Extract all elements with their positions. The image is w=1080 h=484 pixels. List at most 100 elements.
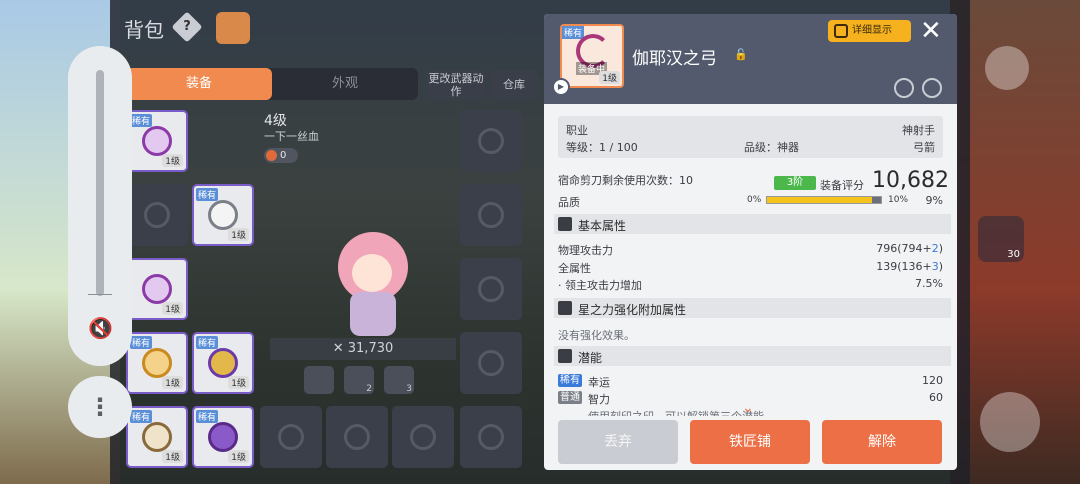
equipment-slot-empty[interactable]: [326, 406, 388, 468]
volume-track[interactable]: [96, 70, 104, 296]
grade-info: 品级：神器: [744, 139, 799, 155]
tab-appearance[interactable]: 外观: [272, 68, 418, 100]
scissors-value: 10: [679, 174, 693, 187]
star-icon: [558, 301, 572, 315]
set-preset-3-icon[interactable]: 3: [384, 366, 414, 394]
job-label: 职业: [566, 124, 588, 137]
equipment-slot-weapon[interactable]: 稀有 1级: [126, 110, 188, 172]
section-title: 潜能: [578, 351, 603, 365]
close-icon[interactable]: ✕: [920, 16, 942, 46]
level-label: 等级：: [566, 141, 599, 154]
equipment-slot-shoes[interactable]: 稀有 1级: [192, 332, 254, 394]
quality-value: 9%: [925, 194, 943, 207]
section-title: 星之力强化附加属性: [578, 303, 687, 317]
level-value: 1 / 100: [599, 141, 638, 154]
equipment-slot-empty[interactable]: [126, 184, 188, 246]
item-icon: 稀有 装备中 1级: [560, 24, 624, 88]
equipment-slot-empty[interactable]: [460, 258, 522, 320]
equipment-slot-pants[interactable]: 稀有 1级: [192, 406, 254, 468]
set-preset-2-icon[interactable]: 2: [344, 366, 374, 394]
help-symbol: ?: [183, 19, 191, 34]
item-name: 伽耶汉之弓: [632, 49, 717, 69]
stat-close: ): [938, 242, 943, 255]
inventory-tabs: 装备 外观: [126, 68, 418, 100]
pendant-placeholder-icon: [478, 128, 504, 154]
magnifier-icon: [834, 24, 848, 38]
potential-grade-badge: 普通: [558, 391, 582, 404]
equipment-slot-gloves[interactable]: 稀有 1级: [192, 184, 254, 246]
potential-name: 幸运: [588, 376, 610, 389]
set-preset-1-icon[interactable]: [304, 366, 334, 394]
help-icon[interactable]: ?: [171, 11, 203, 43]
inventory-title: 背包: [124, 18, 164, 42]
potential-grade-badge: 稀有: [558, 374, 582, 387]
detail-view-button[interactable]: 详细显示: [828, 20, 911, 42]
potential-icon: [558, 349, 572, 363]
tab-equipment[interactable]: 装备: [126, 68, 272, 100]
selected-item-level: 4级: [264, 113, 287, 129]
chevron-down-icon[interactable]: ⌄: [742, 400, 754, 416]
equipment-slot-belt[interactable]: 稀有 1级: [126, 406, 188, 468]
stat-name: 全属性: [558, 262, 591, 275]
stat-close: ): [938, 260, 943, 273]
scissors-label: 宿命剪刀剩余使用次数：: [558, 174, 679, 187]
map-pin-icon[interactable]: [985, 46, 1029, 90]
settings-icon[interactable]: [922, 78, 942, 98]
rarity-badge: 稀有: [196, 188, 219, 201]
equipment-slot-empty[interactable]: [460, 332, 522, 394]
equipment-score: 10,682: [872, 168, 949, 193]
volume-slider[interactable]: 🔇: [68, 46, 132, 366]
equipment-slot-empty[interactable]: [460, 110, 522, 172]
rarity-badge: 稀有: [562, 26, 585, 39]
potential-name: 智力: [588, 393, 610, 406]
equipment-slot-hat[interactable]: 稀有 1级: [126, 332, 188, 394]
avatar-face: [352, 254, 392, 292]
potential-truncated-line: 使用刻印之印，可以解锁第三个潜能: [588, 408, 764, 416]
scale-icon[interactable]: [894, 78, 914, 98]
discard-button[interactable]: 丢弃: [558, 420, 678, 464]
shoes-icon: [208, 348, 238, 378]
grade-label: 品级：: [744, 141, 777, 154]
item-detail-panel: 稀有 装备中 1级 ▶ 伽耶汉之弓 🔓 详细显示 ✕ 职业 神射手 等级：1 /…: [544, 14, 957, 470]
play-icon[interactable]: ▶: [552, 78, 570, 96]
equipment-slot-empty[interactable]: [260, 406, 322, 468]
glove-icon: [208, 200, 238, 230]
score-label: 装备评分: [820, 179, 864, 192]
quality-bar: [766, 196, 882, 204]
character-avatar: [328, 232, 424, 342]
badge-placeholder-icon: [278, 424, 304, 450]
rarity-badge: 稀有: [130, 114, 153, 127]
helmet-placeholder-icon: [144, 202, 170, 228]
equipment-slot-empty[interactable]: [460, 184, 522, 246]
disassemble-button[interactable]: 解除: [822, 420, 942, 464]
stat-value: 139(136+3): [876, 260, 943, 273]
warehouse-button[interactable]: 仓库: [490, 70, 538, 100]
sword-icon: [558, 217, 572, 231]
blacksmith-button[interactable]: 铁匠铺: [690, 420, 810, 464]
stat-base: 796(794+: [876, 242, 932, 255]
equipment-slot-empty[interactable]: [460, 406, 522, 468]
skill-button[interactable]: [980, 392, 1040, 452]
character-portrait-icon[interactable]: [216, 12, 250, 44]
slot-level: 1级: [162, 376, 183, 389]
job-value: 神射手: [902, 124, 935, 137]
potion-slot[interactable]: 30: [978, 216, 1024, 262]
mute-icon[interactable]: 🔇: [88, 316, 113, 340]
tier-badge: 3阶: [774, 176, 816, 190]
medal-count: 0: [264, 148, 298, 163]
change-weapon-action-button[interactable]: 更改武器动作: [426, 70, 486, 100]
equipment-slot-empty[interactable]: [392, 406, 454, 468]
bow-icon: [142, 126, 172, 156]
shield-placeholder-icon: [410, 424, 436, 450]
potential-value: 60: [929, 391, 943, 404]
slot-level: 1级: [228, 228, 249, 241]
item-detail-header: 稀有 装备中 1级 ▶ 伽耶汉之弓 🔓 详细显示 ✕: [544, 14, 957, 104]
item-level: 1级: [599, 71, 620, 84]
equipment-slot-top[interactable]: 1级: [126, 258, 188, 320]
lock-icon[interactable]: 🔓: [734, 48, 748, 61]
more-options-icon[interactable]: ⋮: [68, 376, 132, 438]
stat-base: 139(136+: [876, 260, 932, 273]
potion-count: 30: [1007, 249, 1020, 260]
avatar-body: [350, 292, 396, 336]
rarity-badge: 稀有: [196, 336, 219, 349]
